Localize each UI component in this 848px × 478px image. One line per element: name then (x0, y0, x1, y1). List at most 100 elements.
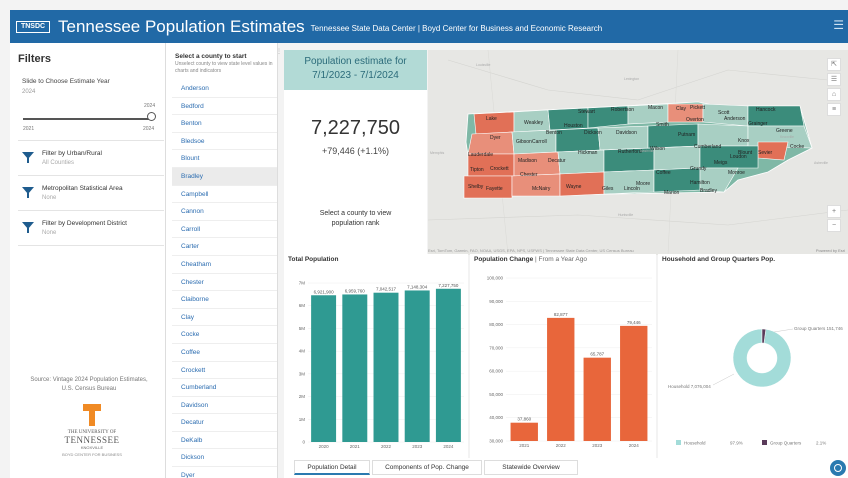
county-list-item[interactable]: Bedford (172, 98, 277, 116)
county-label: Robertson (611, 107, 634, 113)
page-title: Tennessee Population Estimates (58, 16, 305, 36)
county-list-item[interactable]: Decatur (172, 414, 277, 432)
page-subtitle: Tennessee State Data Center | Boyd Cente… (310, 23, 603, 33)
filter-value: All Counties (42, 160, 75, 166)
x-tick-label: 2022 (556, 443, 567, 448)
county-list-item[interactable]: Cumberland (172, 379, 277, 397)
county-label: Sevier (758, 150, 773, 156)
y-tick-label: 70,000 (489, 345, 503, 350)
population-indicator-card: Population estimate for 7/1/2023 - 7/1/2… (284, 50, 427, 255)
county-list-item[interactable]: Bledsoe (172, 133, 277, 151)
county-label: Decatur (548, 158, 566, 164)
county-list-item[interactable]: Dyer (172, 467, 277, 478)
population-card-heading: Population estimate for 7/1/2023 - 7/1/2… (304, 56, 407, 81)
layers-icon[interactable]: ≡ (827, 103, 841, 116)
hamburger-icon[interactable]: ☰ (833, 18, 844, 32)
map-powered-by: Powered by Esri (815, 248, 845, 253)
population-rank-prompt: Select a county to view population rank (319, 210, 392, 227)
legend-value: 2.1% (816, 441, 826, 446)
y-tick-label: 3M (299, 371, 306, 376)
county-list-item[interactable]: Carroll (172, 221, 277, 239)
county-list-item[interactable]: Anderson (172, 80, 277, 98)
divider (18, 210, 164, 211)
y-tick-label: 5M (299, 326, 306, 331)
bar (404, 290, 430, 442)
county-list-item[interactable]: Claiborne (172, 291, 277, 309)
legend-label: Household (684, 441, 706, 446)
ut-power-t-icon (83, 404, 101, 426)
divider (18, 245, 164, 246)
county-list-item[interactable]: DeKalb (172, 432, 277, 450)
legend-label: Group Quarters (770, 441, 802, 446)
legend-value: 97.9% (730, 441, 743, 446)
county-label: Coffee (656, 170, 671, 176)
home-icon[interactable]: ⌂ (827, 88, 841, 101)
year-slider-value: 2024 (22, 89, 36, 95)
county-label: Marion (664, 190, 680, 196)
county-list-item[interactable]: Davidson (172, 397, 277, 415)
expand-icon[interactable]: ⇱ (827, 58, 841, 71)
city-label: Lexington (624, 77, 639, 81)
data-label: 7,042,517 (376, 287, 397, 292)
county-list-item[interactable]: Dickson (172, 449, 277, 468)
household-group-quarters-chart: Household and Group Quarters Pop. Househ… (658, 254, 848, 458)
year-slider-handle[interactable] (147, 112, 156, 121)
tab-population-detail[interactable]: Population Detail (294, 460, 370, 475)
county-list-item[interactable]: Cheatham (172, 256, 277, 274)
county-list-item[interactable]: Carter (172, 238, 277, 256)
map-canvas[interactable]: Lake Weakley Stewart Robertson Macon Clay Pick… (428, 50, 848, 255)
city-label: Louisville (476, 63, 490, 67)
bar (342, 294, 368, 442)
county-list-item[interactable]: Coffee (172, 344, 277, 362)
filters-title: Filters (18, 53, 52, 65)
population-change-svg: 30,000 40,000 50,000 60,000 70,000 80,000 90,0… (487, 276, 652, 448)
county-label: Chester (520, 172, 538, 178)
county-label: Gibson (516, 139, 532, 145)
county-label: Moore (636, 181, 650, 187)
county-label: Lake (486, 116, 497, 122)
county-list-item[interactable]: Chester (172, 274, 277, 292)
county-list-item[interactable]: Blount (172, 150, 277, 168)
x-tick-label: 2021 (519, 443, 530, 448)
county-label: Bradley (700, 188, 717, 194)
county-map[interactable]: Lake Weakley Stewart Robertson Macon Clay Pick… (428, 50, 848, 255)
county-list-item[interactable]: Campbell (172, 186, 277, 204)
zoom-out-icon[interactable]: − (827, 219, 841, 232)
county-label: Monroe (728, 170, 745, 176)
county-label: Wayne (566, 184, 582, 190)
county-label: Rutherford (618, 149, 642, 155)
y-tick-label: 4M (299, 349, 306, 354)
county-label: Stewart (578, 109, 596, 115)
total-population-svg: 0 1M 2M 3M 4M 5M 6M 7M 6,921,900 2020 6,959,760 202… (299, 281, 464, 449)
county-list-item[interactable]: Benton (172, 115, 277, 133)
drag-handle-icon[interactable]: ⋮ (276, 48, 282, 55)
y-tick-label: 60,000 (489, 369, 503, 374)
y-tick-label: 1M (299, 417, 306, 422)
y-tick-label: 0 (302, 440, 305, 445)
tab-statewide-overview[interactable]: Statewide Overview (484, 460, 578, 475)
x-tick-label: 2022 (381, 444, 392, 449)
year-slider-track[interactable] (23, 118, 151, 120)
county-label: Macon (648, 105, 663, 111)
county-label: Greene (776, 128, 793, 134)
tab-components-of-change[interactable]: Components of Pop. Change (372, 460, 482, 475)
county-list-item[interactable]: Cannon (172, 203, 277, 221)
year-slider-max-label: 2024 (144, 103, 156, 109)
data-label: 7,227,750 (438, 283, 459, 288)
legend-icon[interactable]: ☰ (827, 73, 841, 86)
county-list-item[interactable]: Clay (172, 309, 277, 327)
feedback-icon[interactable] (830, 460, 846, 476)
x-tick-label: 2020 (319, 444, 330, 449)
county-list-item[interactable]: Bradley (172, 167, 277, 186)
zoom-in-icon[interactable]: + (827, 205, 841, 218)
county-label: Davidson (616, 130, 637, 136)
filter-label: Filter by Urban/Rural (42, 150, 102, 157)
leader-line (712, 373, 735, 386)
x-tick-label: 2021 (350, 444, 361, 449)
year-slider-min-tick: 2021 (23, 126, 35, 132)
county-list-item[interactable]: Cocke (172, 326, 277, 344)
county-label: Knox (738, 138, 750, 144)
county-label: Dickson (584, 130, 602, 136)
county-list-item[interactable]: Crockett (172, 362, 277, 380)
county-list: Anderson Bedford Benton Bledsoe Blount Bradle… (172, 80, 277, 478)
